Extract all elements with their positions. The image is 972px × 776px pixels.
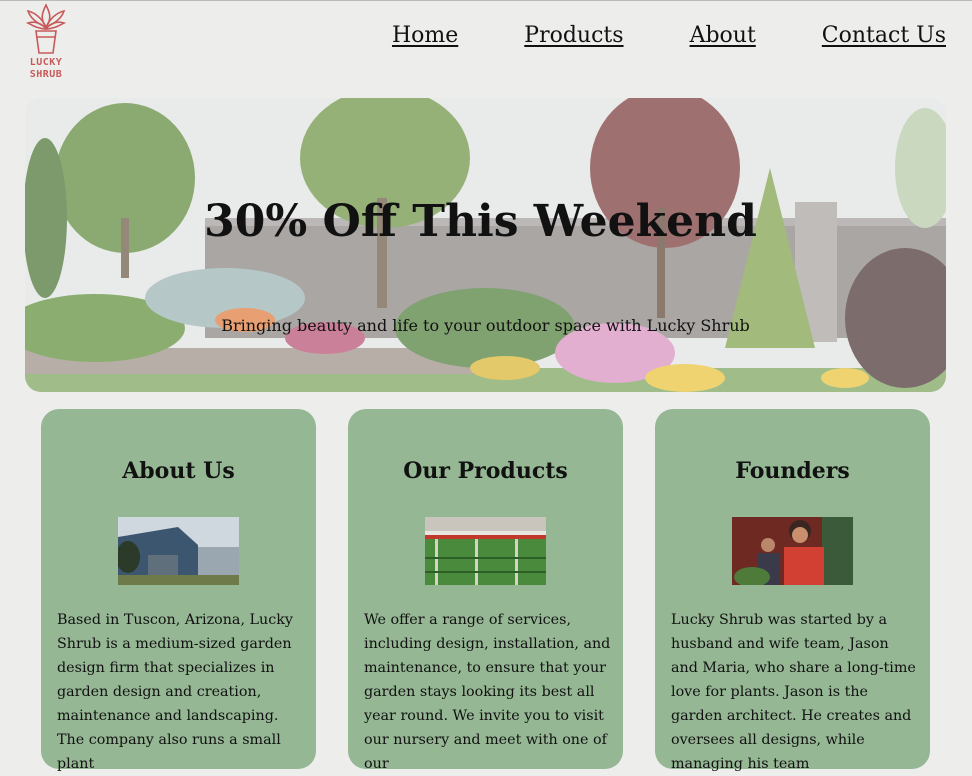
- card-title: Founders: [735, 458, 850, 484]
- main-nav: Home Products About Contact Us: [392, 21, 946, 51]
- card-text: Based in Tuscon, Arizona, Lucky Shrub is…: [57, 612, 293, 772]
- hero-title: 30% Off This Weekend: [204, 196, 757, 247]
- hero-subtitle: Bringing beauty and life to your outdoor…: [221, 316, 750, 335]
- greenhouse-photo-icon: [425, 517, 546, 585]
- storefront-photo-icon: [118, 517, 239, 585]
- about-us-card: About Us Based in Tuscon, Arizona, Lucky…: [41, 409, 316, 772]
- card-text: We offer a range of services, including …: [364, 612, 611, 772]
- card-text: Lucky Shrub was started by a husband and…: [671, 612, 916, 772]
- shrub-logo-icon: [25, 3, 67, 54]
- logo-text-line2: SHRUB: [29, 69, 63, 80]
- nav-home-link[interactable]: Home: [392, 21, 458, 51]
- our-products-card: Our Products We offer a range of service…: [348, 409, 623, 772]
- lucky-shrub-logo[interactable]: LUCKY SHRUB: [22, 1, 70, 85]
- logo-wordmark: LUCKY SHRUB: [22, 57, 70, 81]
- nav-products-link[interactable]: Products: [524, 21, 623, 51]
- card-title: Our Products: [403, 458, 568, 484]
- logo-text-line1: LUCKY: [29, 57, 63, 68]
- card-title: About Us: [122, 458, 235, 484]
- nav-about-link[interactable]: About: [690, 21, 756, 51]
- founders-card: Founders Lucky Shrub was started by a hu…: [655, 409, 930, 772]
- nav-contact-link[interactable]: Contact Us: [822, 21, 946, 51]
- founders-photo-icon: [732, 517, 853, 585]
- hero-banner: 30% Off This Weekend Bringing beauty and…: [25, 98, 946, 392]
